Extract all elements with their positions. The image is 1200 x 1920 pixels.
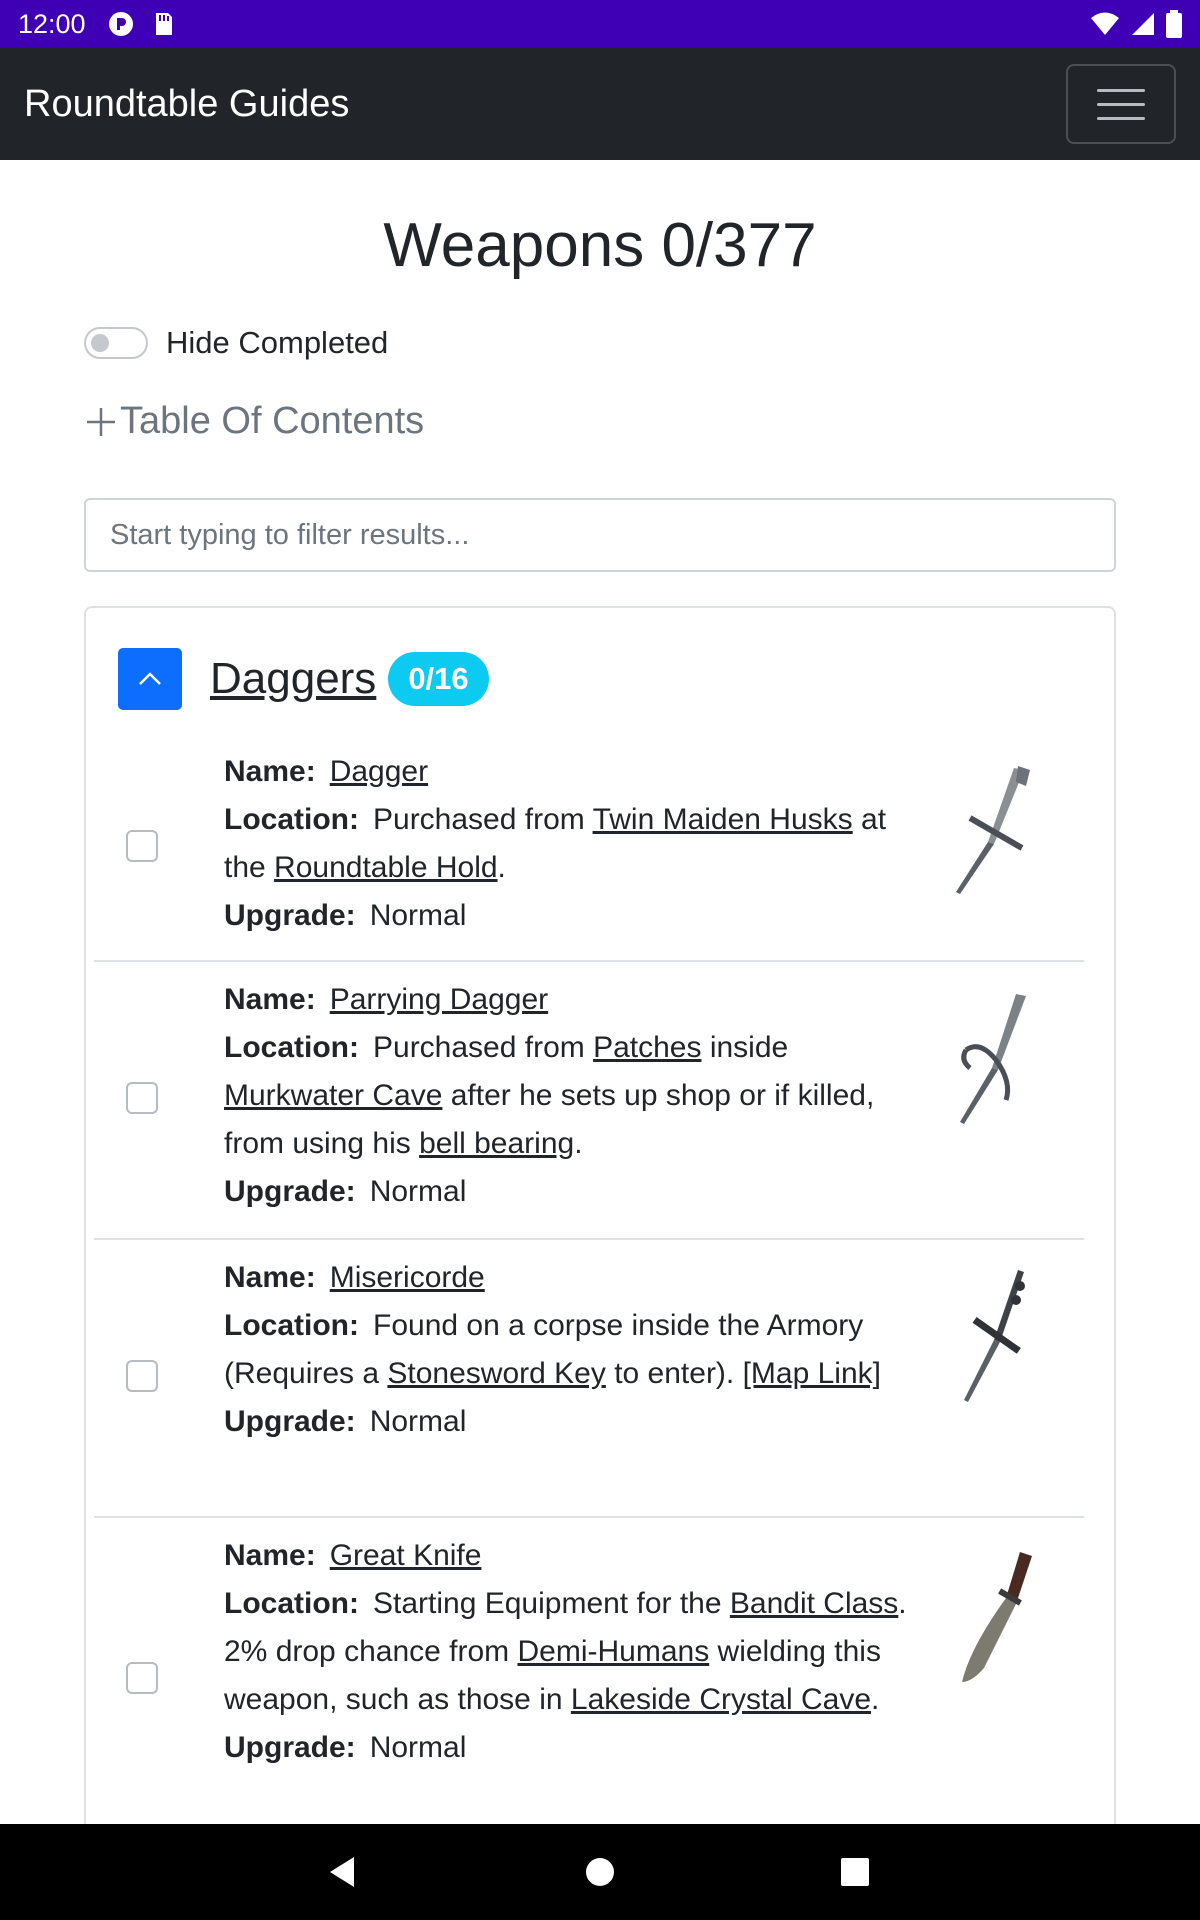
parrying-dagger-image bbox=[960, 994, 1026, 1124]
app-notification-icon bbox=[108, 12, 133, 36]
item-details: Name: Great Knife Location: Starting Equip… bbox=[224, 1532, 1024, 1772]
list-item: Name: Parrying Dagger Location: Purchased … bbox=[94, 962, 1084, 1240]
status-bar: 12:00 bbox=[0, 0, 1200, 48]
location-text: Starting Equipment for the bbox=[373, 1587, 730, 1620]
battery-icon bbox=[1166, 10, 1182, 38]
name-label: Name: bbox=[224, 983, 316, 1016]
misericorde-image bbox=[964, 1270, 1025, 1402]
location-link[interactable]: Stonesword Key bbox=[387, 1357, 605, 1390]
status-time: 12:00 bbox=[18, 8, 86, 39]
item-details: Name: Dagger Location: Purchased from Twin… bbox=[224, 748, 924, 940]
collapse-button[interactable] bbox=[118, 648, 182, 710]
cell-signal-icon bbox=[1132, 13, 1154, 35]
dagger-image bbox=[956, 766, 1030, 894]
map-link[interactable]: [Map Link] bbox=[743, 1357, 881, 1390]
location-link[interactable]: bell bearing bbox=[419, 1127, 574, 1160]
upgrade-label: Upgrade: bbox=[224, 1175, 356, 1208]
list-item: Name: Great Knife Location: Starting Equip… bbox=[94, 1518, 1084, 1824]
upgrade-value: Normal bbox=[369, 1405, 467, 1438]
hide-completed-row: Hide Completed bbox=[84, 325, 388, 361]
location-link[interactable]: Bandit Class bbox=[730, 1587, 898, 1620]
plus-icon bbox=[87, 407, 115, 436]
home-icon[interactable] bbox=[585, 1857, 615, 1887]
item-name-link[interactable]: Misericorde bbox=[330, 1261, 485, 1294]
location-link[interactable]: Demi-Humans bbox=[517, 1635, 709, 1668]
recents-icon[interactable] bbox=[840, 1857, 870, 1887]
location-label: Location: bbox=[224, 803, 359, 836]
section-header: Daggers 0/16 bbox=[118, 648, 489, 710]
section-count-badge: 0/16 bbox=[388, 652, 489, 706]
page-title: Weapons 0/377 bbox=[383, 211, 817, 280]
weapon-list: Name: Dagger Location: Purchased from Twin… bbox=[94, 734, 1084, 1824]
location-text: . bbox=[574, 1127, 583, 1160]
section-title[interactable]: Daggers bbox=[210, 654, 376, 704]
table-of-contents-label: Table Of Contents bbox=[120, 400, 425, 442]
item-checkbox[interactable] bbox=[126, 1360, 158, 1392]
location-text: inside bbox=[701, 1031, 789, 1064]
upgrade-label: Upgrade: bbox=[224, 1405, 356, 1438]
chevron-up-icon bbox=[139, 672, 161, 685]
item-name-link[interactable]: Dagger bbox=[330, 755, 428, 788]
sd-card-icon bbox=[155, 13, 172, 35]
filter-input[interactable] bbox=[84, 498, 1116, 572]
item-name-link[interactable]: Great Knife bbox=[330, 1539, 482, 1572]
table-of-contents-toggle[interactable]: Table Of Contents bbox=[84, 400, 424, 443]
location-link[interactable]: Murkwater Cave bbox=[224, 1079, 442, 1112]
location-link[interactable]: Roundtable Hold bbox=[274, 851, 498, 884]
name-label: Name: bbox=[224, 1261, 316, 1294]
location-label: Location: bbox=[224, 1031, 359, 1064]
menu-toggle-button[interactable] bbox=[1066, 64, 1176, 144]
item-checkbox[interactable] bbox=[126, 1662, 158, 1694]
location-link[interactable]: Lakeside Crystal Cave bbox=[571, 1683, 871, 1716]
daggers-section-card: Daggers 0/16 Name: Dagger Location: Purcha… bbox=[84, 606, 1116, 1824]
location-label: Location: bbox=[224, 1587, 359, 1620]
item-checkbox[interactable] bbox=[126, 1082, 158, 1114]
location-link[interactable]: Twin Maiden Husks bbox=[593, 803, 853, 836]
name-label: Name: bbox=[224, 1539, 316, 1572]
item-details: Name: Parrying Dagger Location: Purchased … bbox=[224, 976, 924, 1216]
location-text: . bbox=[497, 851, 506, 884]
hide-completed-switch[interactable] bbox=[84, 327, 148, 359]
upgrade-label: Upgrade: bbox=[224, 899, 356, 932]
wifi-icon bbox=[1091, 12, 1119, 35]
location-link[interactable]: Patches bbox=[593, 1031, 701, 1064]
hamburger-icon-line bbox=[1097, 102, 1145, 106]
item-checkbox[interactable] bbox=[126, 830, 158, 862]
location-text: Purchased from bbox=[373, 1031, 594, 1064]
upgrade-value: Normal bbox=[369, 1175, 467, 1208]
upgrade-value: Normal bbox=[369, 899, 467, 932]
location-label: Location: bbox=[224, 1309, 359, 1342]
hamburger-icon-line bbox=[1097, 116, 1145, 120]
navbar: Roundtable Guides bbox=[0, 48, 1200, 160]
main-content: Weapons 0/377 Hide Completed Table Of Co… bbox=[0, 160, 1200, 1824]
upgrade-label: Upgrade: bbox=[224, 1731, 356, 1764]
location-text: Purchased from bbox=[373, 803, 593, 836]
item-name-link[interactable]: Parrying Dagger bbox=[330, 983, 548, 1016]
name-label: Name: bbox=[224, 755, 316, 788]
list-item: Name: Dagger Location: Purchased from Twin… bbox=[94, 734, 1084, 962]
hide-completed-label[interactable]: Hide Completed bbox=[166, 325, 388, 361]
back-icon[interactable] bbox=[326, 1855, 358, 1889]
hamburger-icon-line bbox=[1097, 88, 1145, 92]
navigation-bar bbox=[0, 1824, 1200, 1920]
list-item: Name: Misericorde Location: Found on a cor… bbox=[94, 1240, 1084, 1518]
location-text: . bbox=[871, 1683, 880, 1716]
brand-link[interactable]: Roundtable Guides bbox=[24, 83, 349, 126]
item-details: Name: Misericorde Location: Found on a cor… bbox=[224, 1254, 924, 1446]
great-knife-image bbox=[962, 1552, 1032, 1682]
location-text: to enter). bbox=[605, 1357, 743, 1390]
upgrade-value: Normal bbox=[369, 1731, 467, 1764]
